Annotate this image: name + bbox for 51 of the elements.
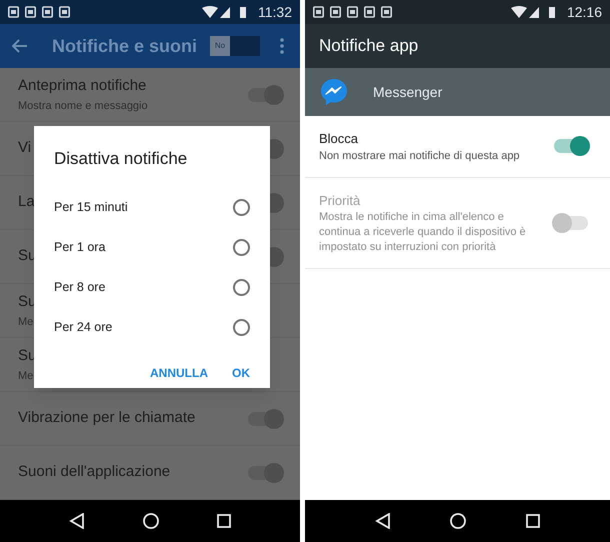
setting-title: La <box>18 192 35 212</box>
home-icon[interactable] <box>450 513 466 529</box>
chat-bubble-icon <box>319 77 349 107</box>
toggle-switch[interactable] <box>248 88 282 102</box>
radio-option[interactable]: Per 1 ora <box>54 228 250 268</box>
notification-icon <box>25 6 36 18</box>
notification-icon <box>8 6 19 18</box>
dialog-button[interactable]: ANNULLA <box>150 364 208 382</box>
setting-title: Suoni dell'applicazione <box>18 462 170 482</box>
radio-button[interactable] <box>233 239 250 256</box>
screen-title: Notifiche e suoni <box>52 34 198 58</box>
status-time: 12:16 <box>566 2 602 22</box>
radio-button[interactable] <box>233 319 250 336</box>
recents-icon[interactable] <box>526 514 540 528</box>
radio-option[interactable]: Per 15 minuti <box>54 188 250 228</box>
notification-icon <box>330 6 341 18</box>
setting-subtitle: Me <box>18 314 34 330</box>
toggle-switch[interactable] <box>554 139 588 154</box>
setting-description: Mostra le notifiche in cima all'elenco e continua a riceverle quando il dispositivo è impostato su interruzioni con priorità <box>319 210 527 255</box>
notification-icon <box>42 6 53 18</box>
setting-title: Vibrazione per le chiamate <box>18 408 196 428</box>
setting-title: Priorità <box>319 192 360 210</box>
app-name: Messenger <box>373 82 442 102</box>
home-icon[interactable] <box>143 513 159 529</box>
setting-title: Blocca <box>319 130 358 148</box>
back-arrow-icon[interactable] <box>12 39 28 53</box>
setting-subtitle: Me <box>18 368 34 384</box>
notification-icon <box>364 6 375 18</box>
status-time: 11:32 <box>258 2 292 22</box>
notification-icon <box>59 6 70 18</box>
notification-icon <box>381 6 392 18</box>
setting-subtitle: Mostra nome e messaggio <box>18 98 148 114</box>
setting-title: Vi <box>18 138 32 158</box>
radio-button[interactable] <box>233 279 250 296</box>
radio-button[interactable] <box>233 199 250 216</box>
recents-icon[interactable] <box>217 514 231 528</box>
dialog-button[interactable]: OK <box>232 364 250 382</box>
back-icon[interactable] <box>69 513 85 529</box>
dialog-title: Disattiva notifiche <box>54 148 188 170</box>
notification-icon <box>347 6 358 18</box>
radio-option[interactable]: Per 8 ore <box>54 268 250 308</box>
setting-description: Non mostrare mai notifiche di questa app <box>319 148 521 164</box>
toggle-switch[interactable] <box>248 412 282 426</box>
toggle-switch[interactable] <box>248 466 282 480</box>
setting-row[interactable]: Blocca Non mostrare mai notifiche di questa app <box>305 116 610 178</box>
screen-title: Notifiche app <box>319 35 418 58</box>
notification-icon <box>313 6 324 18</box>
overflow-menu-icon[interactable] <box>280 38 284 54</box>
radio-option[interactable]: Per 24 ore <box>54 308 250 348</box>
setting-title: Anteprima notifiche <box>18 76 146 96</box>
back-icon[interactable] <box>374 513 391 529</box>
